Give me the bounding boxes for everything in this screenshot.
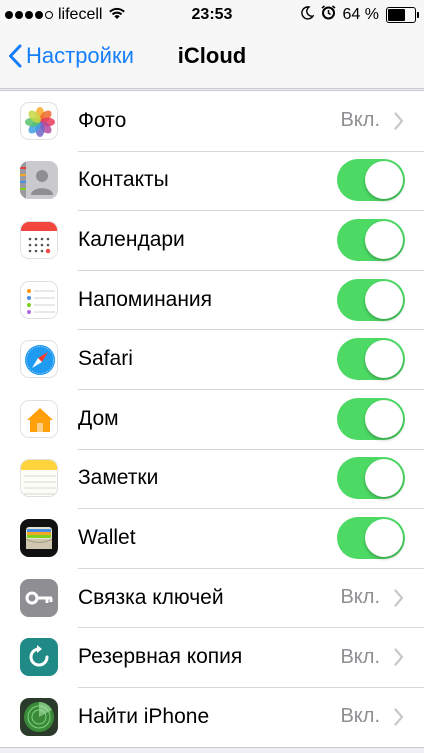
settings-list: Фото Вкл. Контакты Календари Напоминания… [0,90,424,748]
toggle-knob [365,280,403,319]
home-toggle[interactable] [337,397,405,440]
chevron-right-icon [394,648,404,666]
list-item-contacts[interactable]: Контакты [0,150,424,211]
chevron-left-icon [9,44,22,68]
toggle-knob [365,518,403,557]
list-item-photos[interactable]: Фото Вкл. [0,91,424,151]
list-item-label: Резервная копия [78,645,243,669]
back-button-label: Настройки [26,43,134,68]
list-item-calendar[interactable]: Календари [0,210,424,270]
keychain-icon [20,578,58,617]
list-item-label: Дом [78,406,119,430]
calendar-toggle[interactable] [337,218,405,261]
reminders-icon [20,280,58,319]
list-item-label: Фото [78,108,127,132]
list-item-wallet[interactable]: Wallet [0,508,424,568]
backup-icon [20,638,58,677]
list-item-value: Вкл. [340,109,380,132]
back-button[interactable]: Настройки [8,30,134,82]
wallet-icon [20,518,58,557]
list-item-label: Связка ключей [78,585,224,609]
list-item-label: Напоминания [78,287,213,311]
list-item-label: Safari [78,347,133,371]
list-item-value: Вкл. [340,705,380,728]
notes-icon [20,459,58,498]
navigation-bar: Настройки iCloud [0,30,424,89]
status-time: 23:53 [191,6,233,23]
list-item-safari[interactable]: Safari [0,329,424,389]
safari-icon [20,340,58,379]
photos-icon [20,101,58,140]
notes-toggle[interactable] [337,457,405,500]
toggle-knob [365,161,403,200]
reminders-toggle[interactable] [337,278,405,321]
list-item-notes[interactable]: Заметки [0,448,424,509]
chevron-right-icon [394,588,404,607]
chevron-right-icon [394,112,404,130]
list-item-label: Найти iPhone [78,704,210,728]
list-item-backup[interactable]: Резервная копия Вкл. [0,627,424,687]
chevron-right-icon [394,708,404,726]
list-item-reminders[interactable]: Напоминания [0,269,424,330]
contacts-icon [20,161,58,200]
home-icon [20,399,58,438]
list-item-label: Календари [78,227,185,251]
list-item-value: Вкл. [340,586,380,609]
list-item-keychain[interactable]: Связка ключей Вкл. [0,567,424,628]
list-item-value: Вкл. [340,645,380,668]
contacts-toggle[interactable] [337,159,405,202]
safari-toggle[interactable] [337,338,405,381]
list-item-label: Контакты [78,168,169,192]
toggle-knob [365,220,403,259]
status-bar: lifecell 23:53 64 % [0,0,424,30]
battery-icon [386,7,419,23]
list-item-label: Wallet [78,525,136,549]
wallet-toggle[interactable] [337,516,405,559]
toggle-knob [365,459,403,498]
list-item-find-iphone[interactable]: Найти iPhone Вкл. [0,686,424,747]
calendar-icon [20,220,58,259]
list-item-home[interactable]: Дом [0,388,424,449]
toggle-knob [365,340,403,379]
find-iphone-icon [20,697,58,736]
list-item-label: Заметки [78,466,159,490]
toggle-knob [365,399,403,438]
